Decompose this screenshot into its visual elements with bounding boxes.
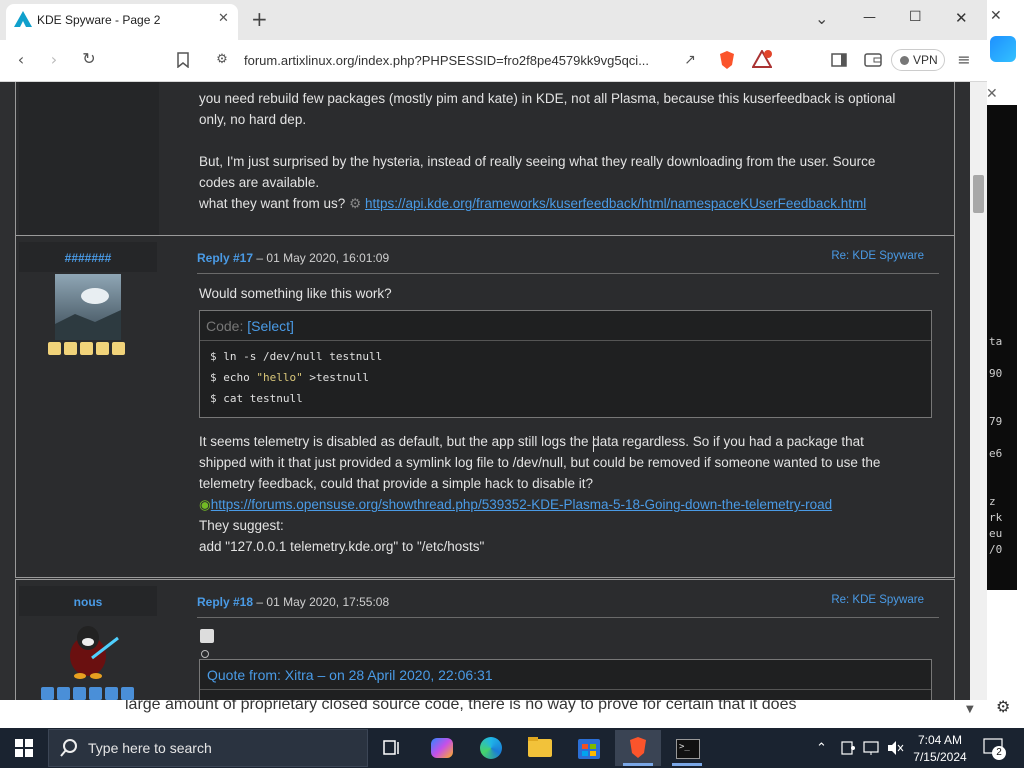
post-text: They suggest: (199, 518, 284, 533)
code-select-link[interactable]: [Select] (247, 318, 294, 334)
volume-muted-icon[interactable] (886, 740, 904, 756)
copilot-taskbar-icon[interactable] (419, 730, 465, 766)
sidebar-toggle-icon[interactable] (831, 53, 847, 67)
code-header: Code: [Select] (206, 318, 294, 334)
windows-start-icon[interactable] (15, 739, 33, 757)
network-icon[interactable] (863, 740, 881, 756)
reply-date: – 01 May 2020, 17:55:08 (253, 595, 390, 609)
emoji-icon (200, 629, 214, 643)
reply-number-link[interactable]: Reply #18 (197, 595, 253, 609)
file-explorer-icon[interactable] (517, 730, 563, 766)
kde-api-link[interactable]: https://api.kde.org/frameworks/kuserfeed… (365, 196, 866, 211)
page-viewport: you need rebuild few packages (mostly pi… (0, 82, 970, 700)
rank-stars (41, 687, 139, 700)
settings-gear-icon[interactable]: ⚙ (996, 697, 1010, 716)
post-link-line: ◉https://forums.opensuse.org/showthread.… (199, 497, 832, 513)
reply-number-link[interactable]: Reply #17 (197, 251, 253, 265)
tray-overflow-chevron-icon[interactable]: ⌃ (816, 740, 827, 756)
reply-date: – 01 May 2020, 16:01:09 (253, 251, 390, 265)
quote-header-link[interactable]: Quote from: Xitra – on 28 April 2020, 22… (207, 667, 493, 683)
post-text: what they want from us? (199, 196, 346, 211)
share-icon[interactable]: ↗ (680, 52, 700, 68)
reload-icon[interactable]: ↻ (79, 51, 99, 67)
scroll-down-icon[interactable]: ▼ (966, 704, 974, 715)
microsoft-store-icon[interactable] (566, 730, 612, 766)
external-link-icon: ⚙ (349, 196, 362, 211)
text-cursor (593, 436, 596, 452)
post-header: Reply #17 – 01 May 2020, 16:01:09 (197, 251, 389, 265)
post-text: you need rebuild few packages (mostly pi… (199, 91, 896, 106)
post-text: only, no hard dep. (199, 112, 307, 127)
notification-count-badge: 2 (992, 746, 1006, 760)
code-divider (200, 340, 931, 341)
post-text-line: what they want from us? ⚙ https://api.kd… (199, 196, 866, 212)
quote-divider (200, 689, 931, 690)
bookmark-icon[interactable] (176, 52, 190, 68)
opensuse-icon: ◉ (199, 497, 211, 512)
code-line: $ ln -s /dev/null testnull (210, 350, 383, 363)
username[interactable]: ####### (38, 251, 138, 265)
maximize-button[interactable]: ☐ (909, 9, 922, 25)
clock-date[interactable]: 7/15/2024 (910, 750, 970, 764)
post-text: Would something like this work? (199, 286, 392, 301)
post-header: Reply #18 – 01 May 2020, 17:55:08 (197, 595, 389, 609)
minimize-button[interactable]: — (863, 10, 876, 25)
tab-search-dropdown-icon[interactable]: ⌄ (815, 9, 828, 28)
new-tab-button[interactable]: + (251, 7, 268, 31)
code-line: $ echo "hello" >testnull (210, 371, 369, 384)
site-settings-icon[interactable]: ⚙ (212, 52, 232, 68)
vpn-label: VPN (913, 53, 938, 67)
url-text[interactable]: forum.artixlinux.org/index.php?PHPSESSID… (244, 53, 674, 68)
close-window-button[interactable]: ✕ (955, 9, 968, 27)
vpn-button[interactable]: VPN (891, 49, 945, 71)
tray-device-icon[interactable] (840, 740, 856, 756)
edge-icon[interactable] (468, 730, 514, 766)
tab-title: KDE Spyware - Page 2 (37, 13, 161, 27)
avatar[interactable] (58, 618, 120, 680)
re-subject-link[interactable]: Re: KDE Spyware (831, 250, 924, 262)
clock-time[interactable]: 7:04 AM (910, 733, 970, 747)
page-scrollbar-thumb[interactable] (973, 175, 984, 213)
quote-block: Quote from: Xitra – on 28 April 2020, 22… (199, 659, 932, 700)
back-arrow-icon[interactable]: ‹ (11, 52, 31, 68)
bullet-icon (201, 650, 209, 658)
tab-close-icon[interactable]: ✕ (218, 11, 229, 26)
rank-stars (48, 342, 130, 356)
post-text: add "127.0.0.1 telemetry.kde.org" to "/e… (199, 539, 485, 554)
code-label: Code: (206, 318, 244, 334)
username[interactable]: nous (38, 595, 138, 609)
browser-window: KDE Spyware - Page 2 ✕ + ⌄ — ☐ ✕ ‹ › ↻ ⚙… (0, 0, 987, 700)
post-text: But, I'm just surprised by the hysteria,… (199, 154, 876, 169)
artix-logo-icon (14, 11, 32, 27)
brave-taskbar-icon[interactable] (615, 730, 661, 766)
terminal-taskbar-icon[interactable]: >_ (664, 730, 710, 766)
task-view-button[interactable] (369, 730, 415, 766)
background-close-icon[interactable]: ✕ (990, 8, 1010, 24)
code-block: Code: [Select] $ ln -s /dev/null testnul… (199, 310, 932, 418)
post-text: It seems telemetry is disabled as defaul… (199, 434, 864, 449)
forward-arrow-icon[interactable]: › (44, 52, 64, 68)
search-placeholder[interactable]: Type here to search (88, 740, 212, 756)
post-text: codes are available. (199, 175, 320, 190)
header-divider (197, 617, 939, 618)
post-text: shipped with it that just provided a sym… (199, 455, 881, 470)
brave-rewards-icon[interactable] (752, 50, 772, 68)
vpn-status-icon (900, 56, 909, 65)
avatar[interactable] (55, 274, 121, 340)
background-terminal: ta 90 79 e6 z rk eu /0 (987, 105, 1017, 590)
search-icon (60, 739, 77, 757)
code-line: $ cat testnull (210, 392, 303, 405)
brave-shields-icon[interactable] (718, 50, 736, 70)
post-text: telemetry feedback, could that provide a… (199, 476, 593, 491)
opensuse-forum-link[interactable]: https://forums.opensuse.org/showthread.p… (211, 497, 832, 512)
re-subject-link[interactable]: Re: KDE Spyware (831, 594, 924, 606)
wallet-icon[interactable] (864, 53, 882, 67)
copilot-icon[interactable] (990, 36, 1016, 62)
header-divider (197, 273, 939, 274)
menu-hamburger-icon[interactable]: ≡ (954, 52, 974, 68)
background-close-icon-2[interactable]: ✕ (986, 86, 998, 102)
